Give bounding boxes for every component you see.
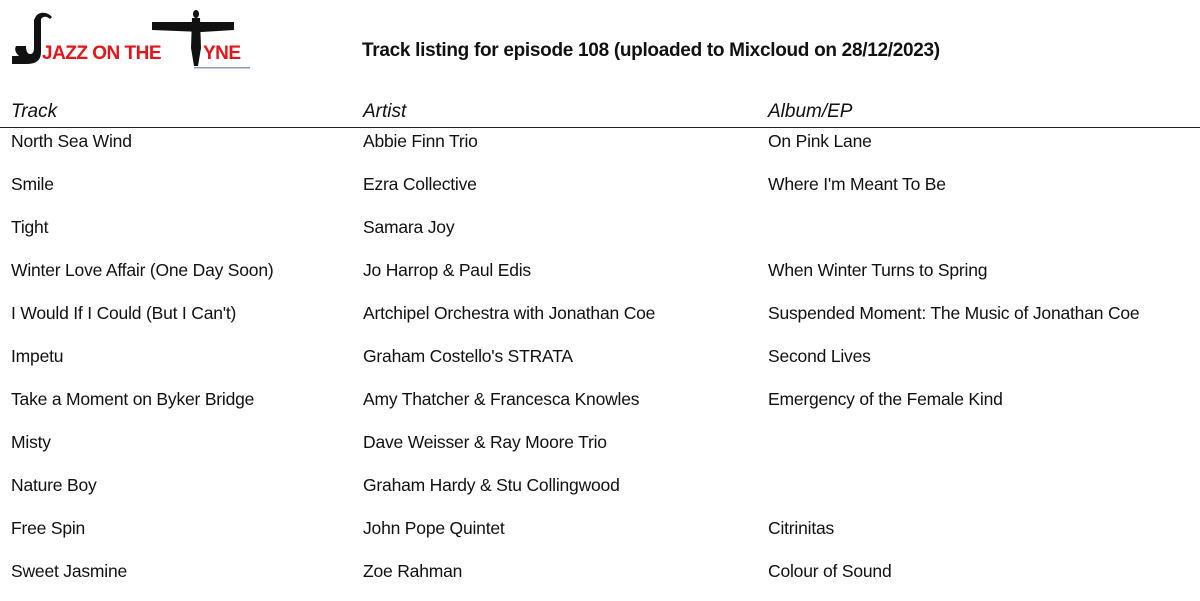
artist-cell: Samara Joy — [363, 217, 455, 237]
table-row: Winter Love Affair (One Day Soon) Jo Harr… — [0, 257, 1200, 300]
header-artist: Artist — [363, 101, 407, 122]
album-cell: Citrinitas — [768, 518, 835, 538]
table-row: I Would If I Could (But I Can't) Artchipe… — [0, 300, 1200, 343]
artist-cell: John Pope Quintet — [363, 518, 505, 538]
album-cell: When Winter Turns to Spring — [768, 260, 988, 280]
artist-cell: Ezra Collective — [363, 174, 477, 194]
album-cell: On Pink Lane — [768, 131, 872, 151]
table-row: Nature Boy Graham Hardy & Stu Collingwood — [0, 472, 1200, 515]
table-body: North Sea Wind Abbie Finn Trio On Pink Lan… — [0, 128, 1200, 601]
header-track: Track — [11, 101, 58, 122]
artist-cell: Amy Thatcher & Francesca Knowles — [363, 389, 640, 409]
header-album: Album/EP — [768, 101, 853, 122]
track-cell: I Would If I Could (But I Can't) — [11, 303, 237, 323]
table-row: Tight Samara Joy — [0, 214, 1200, 257]
artist-cell: Zoe Rahman — [363, 561, 463, 581]
table-row: Impetu Graham Costello's STRATA Second Liv… — [0, 343, 1200, 386]
artist-cell: Jo Harrop & Paul Edis — [363, 260, 531, 280]
track-cell: Smile — [11, 174, 54, 194]
logo-text-2: YNE — [203, 43, 241, 64]
artist-cell: Artchipel Orchestra with Jonathan Coe — [363, 303, 656, 323]
table-header: Track Artist Album/EP — [0, 98, 1200, 128]
jazz-on-the-tyne-logo: JAZZ ON THE YNE — [6, 8, 256, 74]
logo-tagline — [194, 67, 250, 69]
artist-cell: Dave Weisser & Ray Moore Trio — [363, 432, 607, 452]
track-cell: Misty — [11, 432, 51, 452]
track-cell: Nature Boy — [11, 475, 97, 495]
table-row: Smile Ezra Collective Where I'm Meant To B… — [0, 171, 1200, 214]
table-row: North Sea Wind Abbie Finn Trio On Pink Lan… — [0, 128, 1200, 171]
track-cell: Winter Love Affair (One Day Soon) — [11, 260, 274, 280]
table-row: Sweet Jasmine Zoe Rahman Colour of Sound — [0, 558, 1200, 601]
logo-graphic: JAZZ ON THE YNE — [12, 10, 250, 69]
track-cell: Tight — [11, 217, 49, 237]
artist-cell: Abbie Finn Trio — [363, 131, 478, 151]
page-title: Track listing for episode 108 (uploaded … — [362, 40, 940, 61]
table-row: Free Spin John Pope Quintet Citrinitas — [0, 515, 1200, 558]
album-cell: Where I'm Meant To Be — [768, 174, 946, 194]
album-cell: Second Lives — [768, 346, 871, 366]
track-cell: Free Spin — [11, 518, 86, 538]
artist-cell: Graham Costello's STRATA — [363, 346, 573, 366]
track-cell: Sweet Jasmine — [11, 561, 128, 581]
track-cell: Impetu — [11, 346, 64, 366]
table-row: Misty Dave Weisser & Ray Moore Trio — [0, 429, 1200, 472]
album-cell: Suspended Moment: The Music of Jonathan … — [768, 303, 1140, 323]
logo-text-1: JAZZ ON THE — [42, 43, 161, 64]
album-cell: Emergency of the Female Kind — [768, 389, 1003, 409]
album-cell: Colour of Sound — [768, 561, 892, 581]
table-row: Take a Moment on Byker Bridge Amy Thatche… — [0, 386, 1200, 429]
track-listing-table: Track Artist Album/EP North Sea Wind Abbi… — [0, 98, 1200, 601]
artist-cell: Graham Hardy & Stu Collingwood — [363, 475, 620, 495]
track-cell: North Sea Wind — [11, 131, 132, 151]
track-cell: Take a Moment on Byker Bridge — [11, 389, 255, 409]
